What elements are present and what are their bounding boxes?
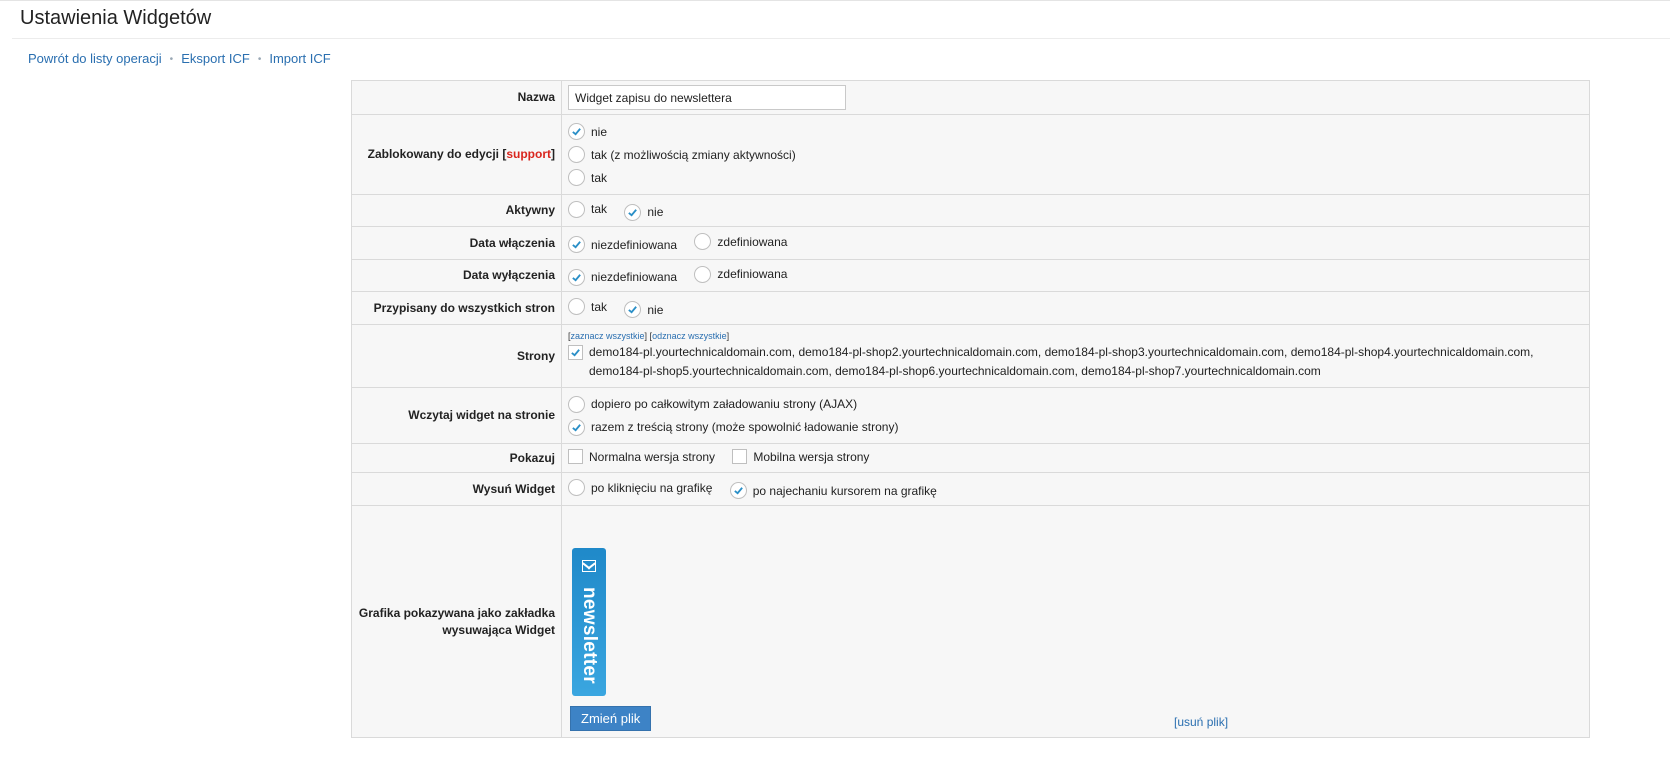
newsletter-tab-text: newsletter xyxy=(579,586,600,684)
change-file-button[interactable]: Zmień plik xyxy=(570,706,652,731)
check-icon xyxy=(628,208,638,217)
widget-settings-form: Nazwa Zablokowany do edycji [support] ni… xyxy=(351,80,1590,738)
radio-checked[interactable] xyxy=(568,236,585,253)
show-options: Normalna wersja strony Mobilna wersja st… xyxy=(561,443,1590,473)
start-date-option-defined[interactable]: zdefiniowana xyxy=(694,233,787,250)
start-date-option-undefined[interactable]: niezdefiniowana xyxy=(568,236,677,253)
row-all-pages: Przypisany do wszystkich stron tak nie xyxy=(351,291,1590,325)
sites-checkbox[interactable] xyxy=(568,345,583,360)
slide-option-click[interactable]: po kliknięciu na grafikę xyxy=(568,479,712,496)
row-tab-image: Grafika pokazywana jako zakładka wysuwaj… xyxy=(351,505,1590,738)
checkbox-unchecked[interactable] xyxy=(732,449,748,464)
load-mode-options: dopiero po całkowitym załadowaniu strony… xyxy=(561,387,1590,444)
newsletter-tab-image: newsletter xyxy=(572,547,606,696)
load-mode-option-ajax[interactable]: dopiero po całkowitym załadowaniu strony… xyxy=(568,395,857,413)
row-active: Aktywny tak nie xyxy=(351,194,1590,227)
radio-unchecked[interactable] xyxy=(568,395,585,413)
all-pages-option-nie[interactable]: nie xyxy=(624,301,663,318)
row-show: Pokazuj Normalna wersja strony Mobilna w… xyxy=(351,443,1590,473)
row-end-date: Data wyłączenia niezdefiniowana zdefinio… xyxy=(351,259,1590,292)
top-border xyxy=(0,0,1670,1)
sites-cell: [zaznacz wszystkie] [odznacz wszystkie] … xyxy=(561,324,1590,388)
end-date-option-undefined[interactable]: niezdefiniowana xyxy=(568,268,677,286)
radio-checked[interactable] xyxy=(568,418,585,436)
radio-unchecked[interactable] xyxy=(694,265,712,283)
locked-option-tak-partial[interactable]: tak (z możliwością zmiany aktywności) xyxy=(568,146,796,163)
header-separator xyxy=(12,38,1670,39)
row-slide: Wysuń Widget po kliknięciu na grafikę po… xyxy=(351,472,1590,506)
check-icon xyxy=(572,128,581,136)
end-date-option-defined[interactable]: zdefiniowana xyxy=(694,265,787,283)
back-to-operations-link[interactable]: Powrót do listy operacji xyxy=(28,51,162,66)
active-options: tak nie xyxy=(561,194,1590,227)
active-label: Aktywny xyxy=(351,194,562,227)
top-navigation: Powrót do listy operacji • Eksport ICF • Imp… xyxy=(28,51,331,66)
check-icon xyxy=(572,241,581,249)
all-pages-options: tak nie xyxy=(561,291,1590,325)
name-input[interactable] xyxy=(568,85,846,110)
show-option-desktop[interactable]: Normalna wersja strony xyxy=(568,449,715,464)
tab-image-cell: newsletter Zmień plik [usuń plik] xyxy=(561,505,1590,738)
all-pages-option-tak[interactable]: tak xyxy=(568,298,607,315)
start-date-label: Data włączenia xyxy=(351,226,562,260)
locked-option-tak[interactable]: tak xyxy=(568,169,607,186)
show-option-mobile[interactable]: Mobilna wersja strony xyxy=(732,449,869,464)
radio-unchecked[interactable] xyxy=(568,479,585,496)
locked-options: nie tak (z możliwością zmiany aktywności… xyxy=(561,114,1590,195)
radio-unchecked[interactable] xyxy=(568,298,585,315)
checkbox-unchecked[interactable] xyxy=(568,449,583,464)
sites-select-links: [zaznacz wszystkie] [odznacz wszystkie] xyxy=(568,331,730,341)
page-title: Ustawienia Widgetów xyxy=(20,7,212,29)
sites-label: Strony xyxy=(351,324,562,388)
active-option-nie[interactable]: nie xyxy=(624,203,663,221)
row-locked: Zablokowany do edycji [support] nie tak … xyxy=(351,114,1590,195)
sites-list: demo184-pl.yourtechnicaldomain.com, demo… xyxy=(568,343,1583,381)
radio-unchecked[interactable] xyxy=(568,200,585,218)
active-option-tak[interactable]: tak xyxy=(568,200,607,218)
start-date-options: niezdefiniowana zdefiniowana xyxy=(561,226,1590,260)
show-label: Pokazuj xyxy=(351,443,562,473)
export-icf-link[interactable]: Eksport ICF xyxy=(181,51,250,66)
radio-checked[interactable] xyxy=(624,301,642,318)
load-mode-label: Wczytaj widget na stronie xyxy=(351,387,562,444)
check-icon xyxy=(571,349,580,357)
locked-option-nie[interactable]: nie xyxy=(568,123,607,140)
check-icon xyxy=(572,423,581,432)
support-link[interactable]: support xyxy=(506,147,551,161)
select-all-link[interactable]: zaznacz wszystkie xyxy=(571,331,645,341)
sites-names: demo184-pl.yourtechnicaldomain.com, demo… xyxy=(589,345,1534,378)
envelope-icon xyxy=(582,559,596,572)
nav-separator: • xyxy=(169,54,174,65)
radio-checked[interactable] xyxy=(568,123,585,140)
radio-checked[interactable] xyxy=(568,268,585,286)
row-load-mode: Wczytaj widget na stronie dopiero po cał… xyxy=(351,387,1590,444)
end-date-label: Data wyłączenia xyxy=(351,259,562,292)
nav-separator: • xyxy=(257,54,262,65)
check-icon xyxy=(572,273,581,282)
check-icon xyxy=(733,487,743,495)
radio-unchecked[interactable] xyxy=(568,169,585,186)
name-cell xyxy=(561,80,1590,115)
locked-label: Zablokowany do edycji [support] xyxy=(351,114,562,195)
all-pages-label: Przypisany do wszystkich stron xyxy=(351,291,562,325)
check-icon xyxy=(628,306,638,314)
tab-image-label: Grafika pokazywana jako zakładka wysuwaj… xyxy=(351,505,562,738)
load-mode-option-inline[interactable]: razem z treścią strony (może spowolnić ł… xyxy=(568,418,898,436)
remove-file-link[interactable]: [usuń plik] xyxy=(1174,715,1228,729)
slide-option-hover[interactable]: po najechaniu kursorem na grafikę xyxy=(729,482,937,499)
row-start-date: Data włączenia niezdefiniowana zdefiniow… xyxy=(351,226,1590,260)
radio-checked[interactable] xyxy=(624,203,642,221)
end-date-options: niezdefiniowana zdefiniowana xyxy=(561,259,1590,292)
name-label: Nazwa xyxy=(351,80,562,115)
radio-unchecked[interactable] xyxy=(568,146,585,163)
import-icf-link[interactable]: Import ICF xyxy=(269,51,330,66)
radio-checked[interactable] xyxy=(729,482,747,499)
slide-options: po kliknięciu na grafikę po najechaniu k… xyxy=(561,472,1590,506)
row-sites: Strony [zaznacz wszystkie] [odznacz wszy… xyxy=(351,324,1590,388)
row-name: Nazwa xyxy=(351,80,1590,115)
slide-label: Wysuń Widget xyxy=(351,472,562,506)
radio-unchecked[interactable] xyxy=(694,233,712,250)
deselect-all-link[interactable]: odznacz wszystkie xyxy=(652,331,727,341)
